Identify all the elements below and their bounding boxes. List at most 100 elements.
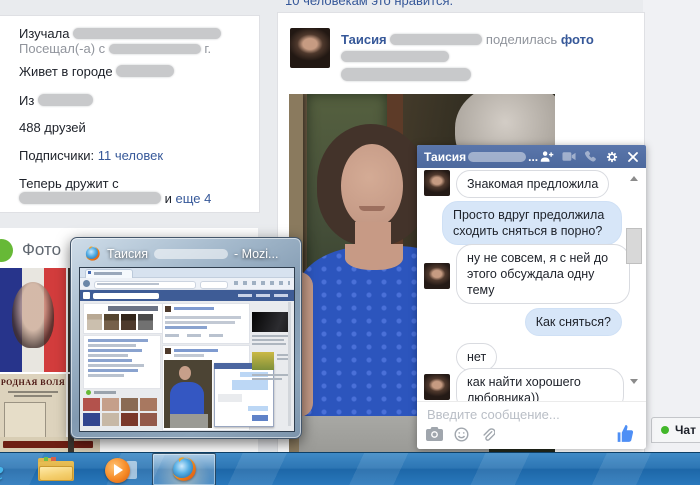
and-label: и: [165, 191, 172, 206]
firefox-taskbar-preview[interactable]: Таисия - Mozi...: [70, 237, 302, 439]
chat-avatar[interactable]: [424, 374, 450, 400]
redaction-blur: [109, 44, 201, 54]
thumb-detail: [252, 335, 288, 337]
thumb-detail: [179, 366, 191, 380]
thumb-detail: [252, 312, 290, 332]
thumb-detail: [88, 349, 142, 352]
post-author-link[interactable]: Таисия: [341, 32, 387, 47]
thumb-detail: [140, 398, 157, 411]
likes-count-link[interactable]: 10 человекам это нравится.: [285, 0, 453, 8]
thumb-detail: [248, 406, 268, 411]
thumb-detail: [140, 413, 157, 426]
redaction-blur: [468, 152, 526, 162]
firefox-taskbar-button[interactable]: [152, 453, 216, 485]
internet-explorer-taskbar-icon[interactable]: e: [0, 455, 4, 485]
thumb-detail: [252, 374, 288, 376]
preview-title-name: Таисия: [107, 247, 148, 261]
thumb-detail: [97, 283, 159, 286]
photos-section-icon: [0, 239, 13, 262]
thumb-detail: [165, 348, 171, 354]
preview-title-suffix: - Mozi...: [234, 247, 278, 261]
scroll-up-arrow[interactable]: [630, 176, 638, 181]
thumb-detail: [88, 369, 138, 372]
thumbs-up-icon[interactable]: [616, 424, 636, 443]
gear-icon[interactable]: [605, 150, 619, 164]
photo-thumbnail-flag-portrait[interactable]: [0, 268, 66, 372]
message-input[interactable]: [425, 406, 609, 423]
thumb-detail: [174, 349, 218, 352]
phone-call-icon[interactable]: [584, 150, 597, 163]
photos-section-title: Фото: [22, 240, 61, 260]
newspaper-title: РОДНАЯ ВОЛЯ: [0, 378, 66, 387]
attended-suffix: г.: [204, 41, 211, 56]
redaction-blur: [341, 68, 471, 81]
post-author-avatar[interactable]: [290, 28, 330, 68]
scroll-down-arrow[interactable]: [630, 379, 638, 384]
thumb-detail: [83, 280, 90, 287]
thumb-detail: [104, 314, 119, 330]
online-status-dot: [661, 426, 669, 434]
photo-thumbnail-newspaper-2[interactable]: [0, 437, 100, 452]
folder-front: [39, 466, 73, 481]
studied-label: Изучала: [19, 26, 69, 41]
preview-title: Таисия - Mozi...: [84, 245, 278, 262]
thumb-detail: [83, 398, 100, 411]
thumb-detail: [88, 354, 128, 357]
thumb-detail: [102, 413, 119, 426]
chat-sidebar-toggle[interactable]: Чат: [651, 417, 700, 443]
smiley-icon[interactable]: [454, 427, 469, 442]
thumb-detail: [252, 339, 284, 341]
file-explorer-taskbar-icon[interactable]: [38, 461, 74, 481]
profile-info-card: Изучала Посещал(-а) с г. Живет в городе …: [0, 15, 260, 213]
thumb-detail: [94, 272, 122, 275]
now-friends-row: Теперь дружит с и еще 4: [19, 176, 249, 206]
thumb-detail: [121, 413, 138, 426]
subscribers-link[interactable]: 11 человек: [98, 148, 163, 163]
thumb-detail: [88, 339, 148, 342]
redaction-blur: [116, 65, 174, 77]
video-call-icon[interactable]: [562, 151, 576, 162]
post-photo-link[interactable]: фото: [561, 32, 594, 47]
chat-avatar[interactable]: [424, 170, 450, 196]
newspaper2-masthead: [3, 441, 93, 448]
media-player-taskbar-icon[interactable]: [105, 458, 137, 483]
chat-input-area: [417, 401, 646, 449]
thumb-detail: [274, 294, 288, 297]
redaction-blur: [154, 249, 228, 259]
thumb-detail: [88, 374, 124, 377]
thumb-detail: [238, 294, 252, 297]
thumb-detail: [87, 314, 102, 330]
scrollbar-thumb[interactable]: [626, 228, 642, 264]
from-label: Из: [19, 93, 34, 108]
more-friends-link[interactable]: еще 4: [176, 191, 212, 206]
thumb-detail: [252, 352, 274, 370]
thumb-detail: [108, 306, 158, 311]
thumb-detail: [170, 414, 208, 428]
paperclip-icon[interactable]: [480, 427, 495, 442]
camera-icon[interactable]: [426, 427, 443, 441]
thumb-detail: [83, 292, 90, 299]
thumb-detail: [252, 343, 286, 345]
attended-row: Посещал(-а) с г.: [19, 41, 249, 56]
add-person-icon[interactable]: [540, 150, 554, 163]
woman-face: [341, 144, 403, 228]
chat-title: Таисия: [424, 150, 466, 164]
thumb-detail: [277, 358, 288, 360]
thumb-detail: [200, 281, 228, 290]
thumb-detail: [232, 380, 268, 390]
thumb-detail: [138, 314, 153, 330]
redaction-blur: [341, 51, 449, 62]
lives-row: Живет в городе: [19, 64, 249, 79]
thumb-detail: [252, 415, 268, 421]
thumb-detail: [170, 382, 204, 414]
thumb-detail: [218, 394, 242, 402]
composer-icons: [426, 427, 495, 442]
thumb-detail: [288, 302, 291, 426]
chat-header[interactable]: Таисия ...: [417, 145, 646, 168]
chat-avatar[interactable]: [424, 263, 450, 289]
from-row: Из: [19, 93, 249, 108]
desktop: 10 человекам это нравится. Изучала Посещ…: [0, 0, 700, 485]
close-icon[interactable]: [627, 151, 639, 163]
firefox-preview-thumbnail[interactable]: [79, 267, 295, 432]
thumb-detail: [165, 326, 207, 329]
